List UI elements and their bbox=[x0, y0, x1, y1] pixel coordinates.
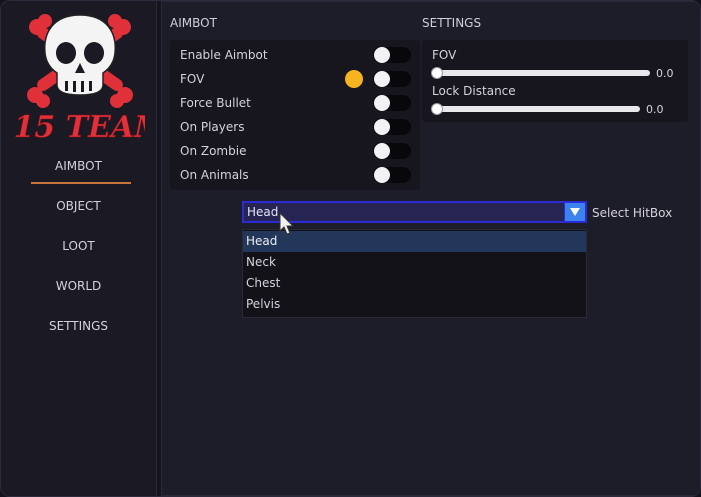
sidebar-item-loot[interactable]: LOOT bbox=[1, 231, 156, 261]
option-label: Pelvis bbox=[246, 297, 281, 311]
fov-slider[interactable] bbox=[432, 68, 650, 78]
force-bullet-toggle[interactable] bbox=[373, 95, 411, 111]
settings-panel: FOV 0.0 Lock Distance 0.0 bbox=[422, 40, 688, 122]
toggle-label-on-zombie: On Zombie bbox=[180, 144, 247, 158]
enable-aimbot-toggle[interactable] bbox=[373, 47, 411, 63]
lock-distance-slider-handle[interactable] bbox=[432, 104, 442, 114]
sidebar-item-aimbot[interactable]: AIMBOT bbox=[1, 151, 156, 181]
toggle-knob bbox=[374, 47, 390, 63]
on-players-toggle[interactable] bbox=[373, 119, 411, 135]
toggle-label-on-players: On Players bbox=[180, 120, 245, 134]
fov-slider-handle[interactable] bbox=[432, 68, 442, 78]
active-tab-indicator bbox=[31, 182, 131, 184]
toggle-label-fov: FOV bbox=[180, 72, 205, 86]
sidebar-item-world[interactable]: WORLD bbox=[1, 271, 156, 301]
chevron-down-icon bbox=[570, 208, 580, 216]
aimbot-section-title: AIMBOT bbox=[170, 16, 217, 30]
lock-distance-slider[interactable] bbox=[432, 104, 640, 114]
fov-toggle[interactable] bbox=[373, 71, 411, 87]
toggle-knob bbox=[374, 119, 390, 135]
skull-logo: 715 TEAM bbox=[15, 14, 145, 145]
on-zombie-toggle[interactable] bbox=[373, 143, 411, 159]
toggle-label-on-animals: On Animals bbox=[180, 168, 249, 182]
lock-distance-slider-value: 0.0 bbox=[646, 103, 664, 116]
hitbox-options-list: Head Neck Chest Pelvis bbox=[242, 229, 587, 318]
toggle-label-force-bullet: Force Bullet bbox=[180, 96, 251, 110]
sidebar: 715 TEAM AIMBOT OBJECT LOOT WORLD SETTIN… bbox=[1, 1, 157, 496]
hitbox-option-neck[interactable]: Neck bbox=[243, 252, 586, 273]
settings-section-title: SETTINGS bbox=[422, 16, 482, 30]
fov-color-picker[interactable] bbox=[345, 70, 363, 88]
toggle-knob bbox=[374, 71, 390, 87]
option-label: Neck bbox=[246, 255, 276, 269]
app-window: 715 TEAM AIMBOT OBJECT LOOT WORLD SETTIN… bbox=[0, 0, 701, 497]
hitbox-select-label: Select HitBox bbox=[592, 206, 673, 220]
option-label: Chest bbox=[246, 276, 281, 290]
sidebar-item-settings[interactable]: SETTINGS bbox=[1, 311, 156, 341]
aimbot-options-panel: Enable Aimbot FOV Force Bullet On Player… bbox=[170, 40, 420, 190]
main-content: AIMBOT SETTINGS Enable Aimbot FOV Force … bbox=[161, 1, 700, 496]
slider-label-lock-distance: Lock Distance bbox=[432, 84, 516, 98]
slider-label-fov: FOV bbox=[432, 48, 457, 62]
toggle-knob bbox=[374, 167, 390, 183]
sidebar-item-object[interactable]: OBJECT bbox=[1, 191, 156, 221]
dropdown-arrow-button[interactable] bbox=[564, 203, 585, 221]
option-label: Head bbox=[246, 234, 278, 248]
hitbox-option-pelvis[interactable]: Pelvis bbox=[243, 294, 586, 315]
on-animals-toggle[interactable] bbox=[373, 167, 411, 183]
fov-slider-value: 0.0 bbox=[656, 67, 674, 80]
toggle-knob bbox=[374, 95, 390, 111]
hitbox-option-chest[interactable]: Chest bbox=[243, 273, 586, 294]
toggle-label-enable-aimbot: Enable Aimbot bbox=[180, 48, 268, 62]
logo-text: 715 TEAM bbox=[15, 110, 145, 145]
mouse-cursor-icon bbox=[279, 212, 295, 235]
hitbox-select-value: Head bbox=[247, 205, 279, 219]
toggle-knob bbox=[374, 143, 390, 159]
